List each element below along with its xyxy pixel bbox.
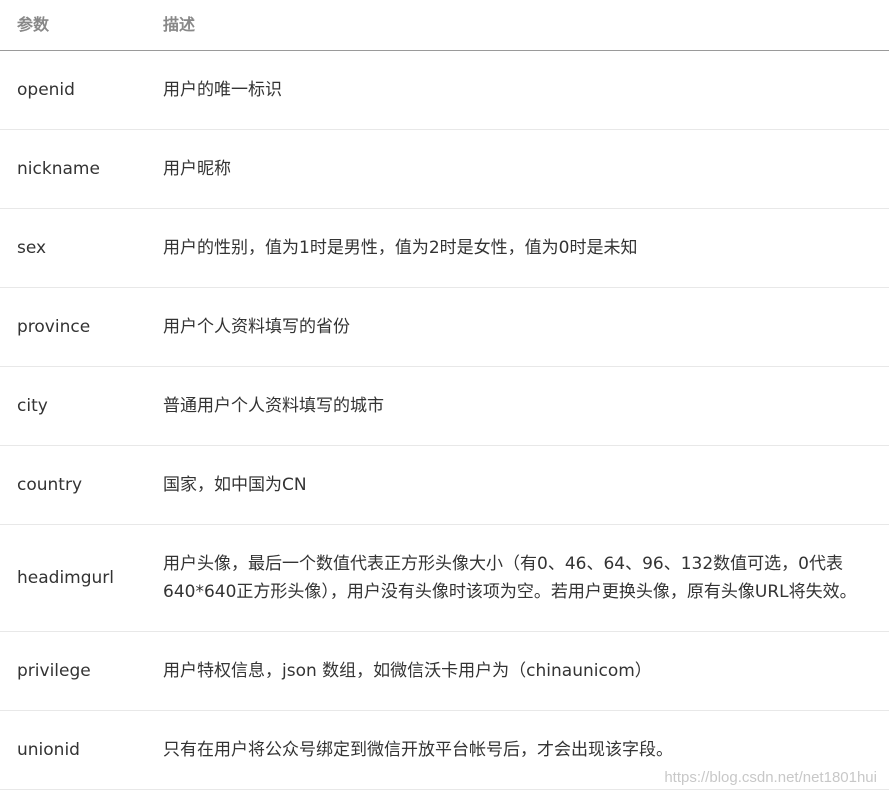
table-row: privilege 用户特权信息，json 数组，如微信沃卡用户为（chinau… <box>0 632 889 711</box>
table-row: province 用户个人资料填写的省份 <box>0 288 889 367</box>
row-desc: 用户昵称 <box>163 159 231 179</box>
row-param: sex <box>17 238 47 258</box>
row-param: nickname <box>17 159 100 179</box>
watermark-url: https://blog.csdn.net/net1801hui <box>664 769 877 786</box>
row-param: openid <box>17 80 75 100</box>
table-row: sex 用户的性别，值为1时是男性，值为2时是女性，值为0时是未知 <box>0 209 889 288</box>
row-desc: 只有在用户将公众号绑定到微信开放平台帐号后，才会出现该字段。 <box>163 740 673 760</box>
table-row: city 普通用户个人资料填写的城市 <box>0 367 889 446</box>
row-param: headimgurl <box>17 568 115 588</box>
header-desc: 描述 <box>163 15 196 34</box>
row-param: city <box>17 396 48 416</box>
row-param: province <box>17 317 91 337</box>
table-row: nickname 用户昵称 <box>0 130 889 209</box>
row-desc: 用户的性别，值为1时是男性，值为2时是女性，值为0时是未知 <box>163 238 638 258</box>
table-header: 参数 描述 <box>0 0 889 51</box>
parameter-table: 参数 描述 openid 用户的唯一标识 nickname 用户昵称 sex 用… <box>0 0 889 790</box>
table-row: country 国家，如中国为CN <box>0 446 889 525</box>
row-desc: 国家，如中国为CN <box>163 475 307 495</box>
row-desc: 用户特权信息，json 数组，如微信沃卡用户为（chinaunicom） <box>163 661 652 681</box>
row-desc: 普通用户个人资料填写的城市 <box>163 396 384 416</box>
table-row: headimgurl 用户头像，最后一个数值代表正方形头像大小（有0、46、64… <box>0 525 889 632</box>
row-param: country <box>17 475 83 495</box>
header-param: 参数 <box>17 15 50 34</box>
row-param: privilege <box>17 661 91 681</box>
row-param: unionid <box>17 740 80 760</box>
row-desc: 用户个人资料填写的省份 <box>163 317 350 337</box>
row-desc: 用户头像，最后一个数值代表正方形头像大小（有0、46、64、96、132数值可选… <box>163 554 857 602</box>
row-desc: 用户的唯一标识 <box>163 80 282 100</box>
table-row: openid 用户的唯一标识 <box>0 51 889 130</box>
